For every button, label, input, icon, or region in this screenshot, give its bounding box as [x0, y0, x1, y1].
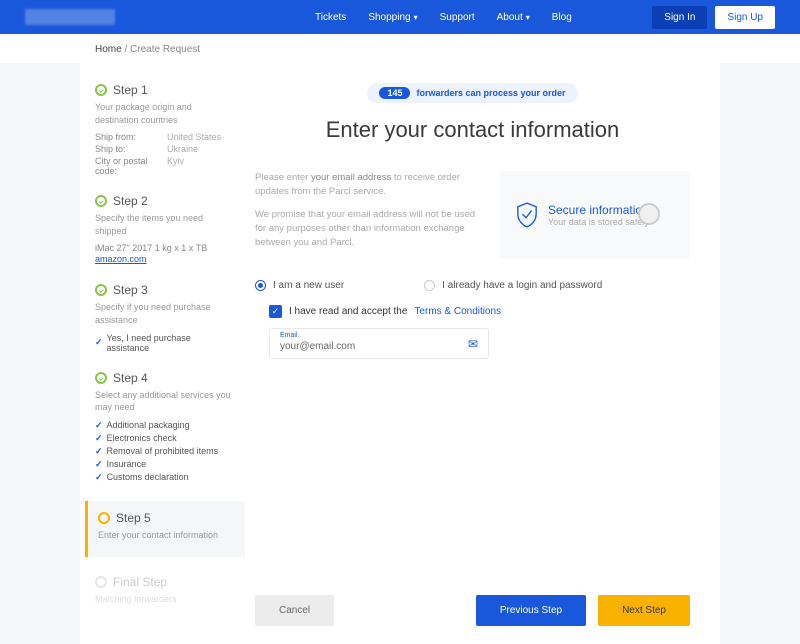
email-field[interactable]: Email ✉	[269, 328, 489, 359]
step-2-item: iMac 27" 2017 1 kg x 1 x TB	[95, 243, 233, 253]
breadcrumb-current: Create Request	[130, 44, 200, 55]
step-3-desc: Specify if you need purchase assistance	[95, 301, 233, 326]
intro-text-1: Please enter your email address to recei…	[255, 171, 476, 200]
terms-link[interactable]: Terms & Conditions	[414, 306, 501, 317]
secure-info-card: Secure information Your data is stored s…	[500, 171, 690, 258]
chevron-down-icon: ▾	[414, 13, 418, 22]
chevron-down-icon: ▾	[526, 13, 530, 22]
radio-dot-icon	[424, 280, 435, 291]
step-final: Final Step Matching forwarders	[95, 575, 245, 606]
step-4-desc: Select any additional services you may n…	[95, 389, 233, 414]
main-panel: 145 forwarders can process your order En…	[245, 63, 720, 644]
logo[interactable]	[25, 9, 115, 25]
nav-about[interactable]: About▾	[497, 12, 530, 23]
step-3-option: Yes, I need purchase assistance	[95, 333, 233, 353]
intro-text-2: We promise that your email address will …	[255, 208, 476, 251]
page-title: Enter your contact information	[255, 117, 690, 143]
email-input[interactable]	[280, 335, 468, 352]
main-nav: Tickets Shopping▾ Support About▾ Blog	[315, 12, 572, 23]
terms-checkbox-row[interactable]: ✓ I have read and accept the Terms & Con…	[269, 305, 690, 318]
shield-icon	[516, 202, 538, 228]
forwarders-count: 145	[379, 87, 410, 99]
secure-title: Secure information	[548, 203, 651, 217]
step-4[interactable]: Step 4 Select any additional services yo…	[95, 371, 245, 483]
check-circle-icon	[95, 372, 107, 384]
nav-tickets[interactable]: Tickets	[315, 12, 346, 23]
checkbox-checked-icon[interactable]: ✓	[269, 305, 282, 318]
circle-pending-icon	[95, 576, 107, 588]
step-1-desc: Your package origin and destination coun…	[95, 101, 233, 126]
check-circle-icon	[95, 284, 107, 296]
circle-current-icon	[98, 512, 110, 524]
signup-button[interactable]: Sign Up	[715, 6, 775, 29]
check-circle-icon	[95, 195, 107, 207]
breadcrumb-home[interactable]: Home	[95, 44, 122, 55]
step-5[interactable]: Step 5 Enter your contact information	[85, 501, 245, 558]
auth-buttons: Sign In Sign Up	[652, 6, 775, 29]
radio-existing-user[interactable]: I already have a login and password	[424, 280, 602, 291]
step-2[interactable]: Step 2 Specify the items you need shippe…	[95, 194, 245, 265]
radio-dot-icon	[255, 280, 266, 291]
steps-sidebar: Step 1 Your package origin and destinati…	[80, 63, 245, 644]
nav-support[interactable]: Support	[440, 12, 475, 23]
step-2-desc: Specify the items you need shipped	[95, 212, 233, 237]
decorative-circle	[638, 203, 660, 225]
step-3[interactable]: Step 3 Specify if you need purchase assi…	[95, 283, 245, 352]
step-5-desc: Enter your contact information	[98, 529, 233, 542]
item-source-link[interactable]: amazon.com	[95, 254, 147, 264]
radio-new-user[interactable]: I am a new user	[255, 280, 344, 291]
breadcrumb-sep: /	[124, 44, 127, 55]
secure-desc: Your data is stored safely.	[548, 217, 651, 227]
email-label: Email	[280, 332, 298, 339]
nav-blog[interactable]: Blog	[552, 12, 572, 23]
breadcrumb: Home / Create Request	[0, 34, 800, 63]
nav-shopping[interactable]: Shopping▾	[368, 12, 417, 23]
top-navbar: Tickets Shopping▾ Support About▾ Blog Si…	[0, 0, 800, 34]
signin-button[interactable]: Sign In	[652, 6, 707, 29]
envelope-icon: ✉	[468, 337, 478, 351]
step-1[interactable]: Step 1 Your package origin and destinati…	[95, 83, 245, 176]
check-circle-icon	[95, 84, 107, 96]
forwarders-pill: 145 forwarders can process your order	[367, 83, 577, 103]
